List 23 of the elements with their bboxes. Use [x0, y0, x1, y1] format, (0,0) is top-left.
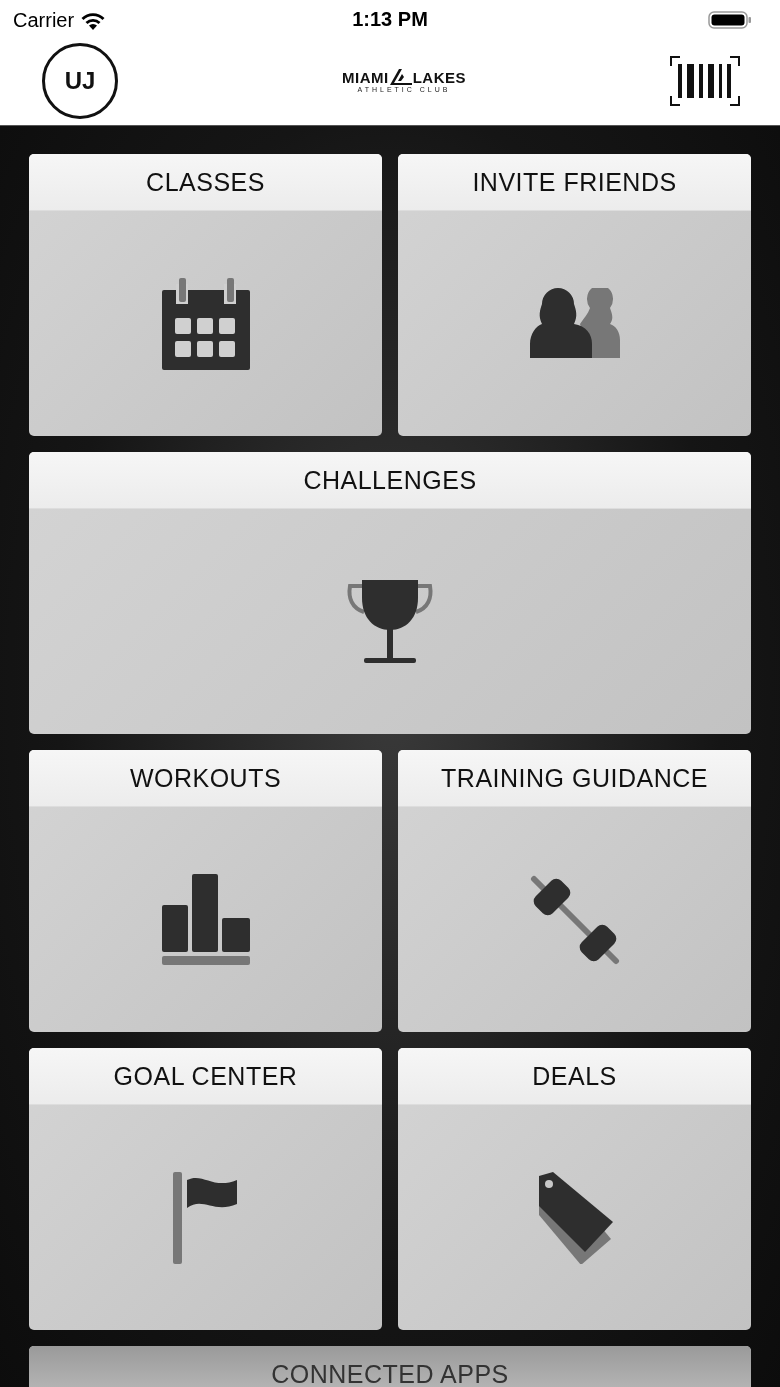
- logo-word: LAKES: [412, 68, 466, 86]
- flag-icon: [172, 1171, 239, 1264]
- barcode-button[interactable]: [670, 55, 740, 106]
- menu-tile[interactable]: DEALS: [398, 1048, 751, 1330]
- battery-icon: [708, 10, 752, 30]
- menu-tile[interactable]: INVITE FRIENDS: [398, 154, 751, 436]
- dumbbell-icon: [529, 874, 620, 965]
- wifi-icon: [80, 10, 107, 30]
- menu-tile[interactable]: CHALLENGES: [29, 452, 751, 734]
- carrier-name: Carrier: [13, 8, 75, 32]
- status-time: 1:13 PM: [352, 8, 428, 31]
- logo-word: MIAMI: [342, 68, 389, 86]
- bar-chart-icon: [161, 873, 250, 966]
- menu-tile[interactable]: GOAL CENTER: [29, 1048, 382, 1330]
- trophy-icon: [346, 577, 434, 666]
- calendar-icon: [161, 277, 250, 370]
- menu-tile[interactable]: WORKOUTS: [29, 750, 382, 1032]
- menu-tile[interactable]: CLASSES: [29, 154, 382, 436]
- menu-tile[interactable]: TRAINING GUIDANCE: [398, 750, 751, 1032]
- people-icon: [529, 287, 620, 360]
- menu-tile[interactable]: CONNECTED APPS: [29, 1346, 751, 1387]
- mountain-icon: [389, 69, 412, 85]
- avatar-button[interactable]: UJ: [42, 42, 118, 119]
